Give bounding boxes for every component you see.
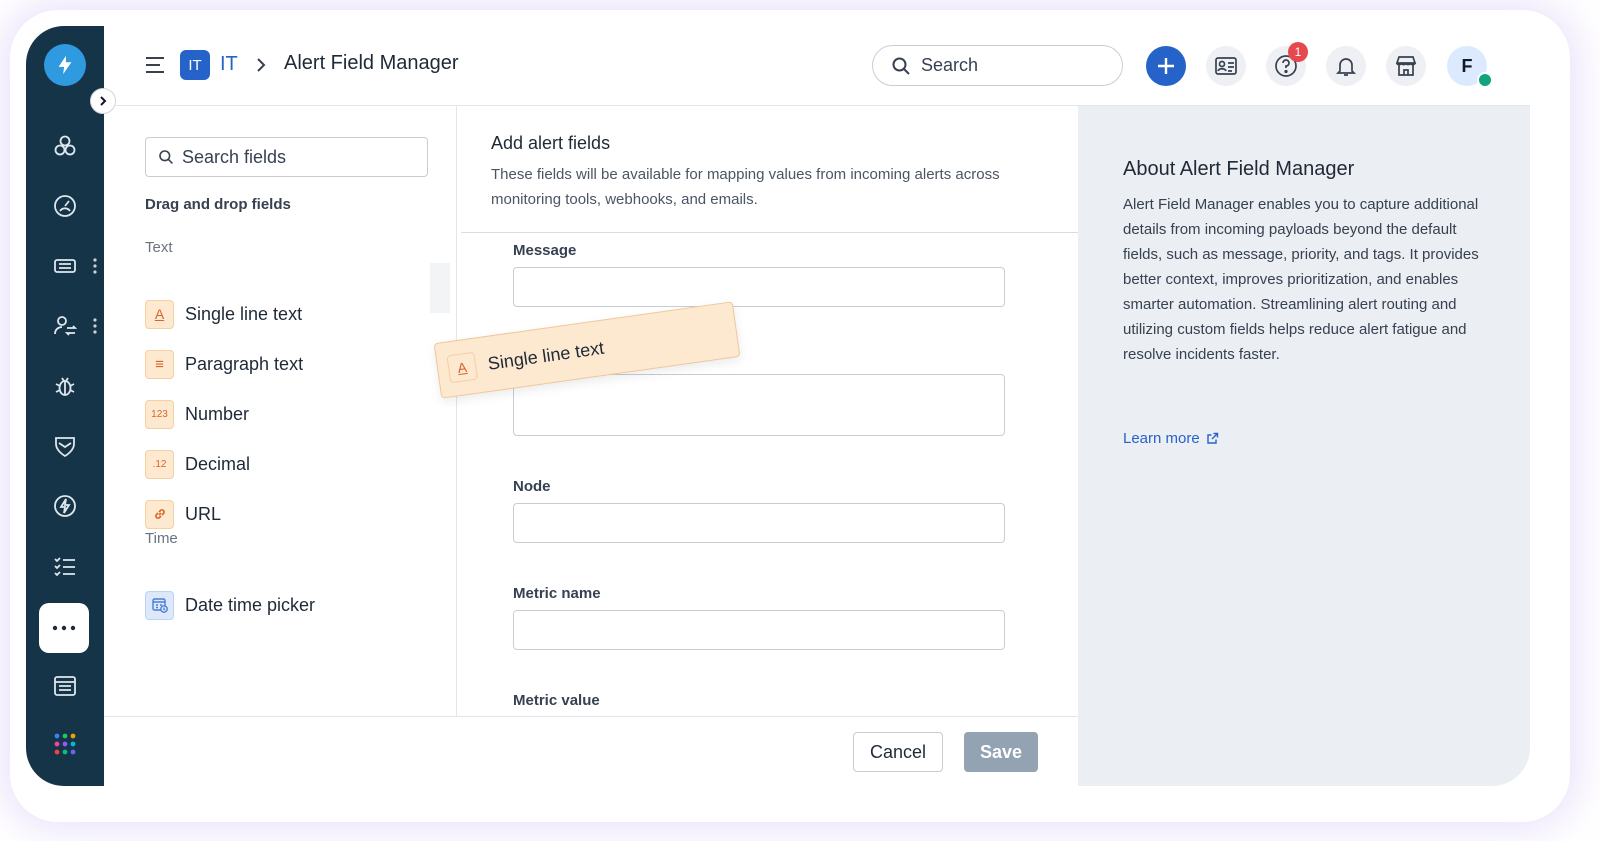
field-item-date-time-picker[interactable]: Date time picker	[145, 590, 315, 620]
field-item-url[interactable]: URL	[145, 499, 221, 529]
breadcrumb-chevron-icon	[257, 58, 266, 72]
nav-tickets-more-icon[interactable]	[92, 257, 98, 275]
field-item-number[interactable]: 123 Number	[145, 399, 249, 429]
form-description: These fields will be available for mappi…	[491, 166, 1000, 208]
bell-icon	[1335, 58, 1357, 76]
cancel-button[interactable]: Cancel	[853, 732, 943, 772]
nav-more-button[interactable]	[39, 603, 89, 653]
field-item-label: URL	[185, 503, 222, 524]
menu-hamburger-icon[interactable]	[144, 54, 166, 76]
link-icon	[145, 499, 174, 529]
nav-alerts-bolt-icon[interactable]	[48, 489, 82, 523]
field-item-paragraph-text[interactable]: ≡ Paragraph text	[145, 349, 303, 379]
field-item-label: Number	[185, 403, 250, 424]
nav-people-swap-icon[interactable]	[48, 309, 82, 343]
about-body: Alert Field Manager enables you to captu…	[1123, 196, 1479, 363]
nav-admin-console-icon[interactable]	[48, 669, 82, 703]
top-header: IT IT Alert Field Manager Search 1 F	[104, 26, 1530, 106]
search-placeholder: Search	[921, 55, 979, 75]
app-window: IT IT Alert Field Manager Search 1 F Sea…	[26, 26, 1530, 786]
about-title: About Alert Field Manager	[1123, 158, 1355, 180]
store-icon	[1395, 56, 1417, 76]
nav-people-more-icon[interactable]	[92, 317, 98, 335]
dragged-field-label: Single line text	[486, 337, 606, 374]
palette-scrollbar[interactable]	[430, 263, 450, 313]
node-field-input[interactable]	[513, 503, 1005, 543]
nav-overview-icon[interactable]	[48, 129, 82, 163]
left-nav-rail	[26, 26, 104, 786]
notifications-button[interactable]	[1326, 46, 1366, 86]
paragraph-text-icon: ≡	[145, 349, 174, 379]
help-notification-badge: 1	[1288, 42, 1308, 62]
field-item-label: Date time picker	[185, 594, 316, 615]
dropzone-field-input[interactable]	[513, 374, 1005, 436]
contact-card-icon	[1215, 57, 1237, 75]
field-item-decimal[interactable]: .12 Decimal	[145, 449, 250, 479]
global-search-input[interactable]: Search	[872, 45, 1123, 86]
page-title: Alert Field Manager	[284, 52, 459, 74]
nav-tickets-icon[interactable]	[48, 249, 82, 283]
search-icon	[892, 57, 910, 75]
plus-icon	[1158, 58, 1174, 74]
single-line-text-icon: A	[145, 299, 174, 329]
decimal-icon: .12	[145, 449, 174, 479]
nav-shield-icon[interactable]	[48, 429, 82, 463]
field-item-label: Single line text	[185, 303, 303, 324]
form-footer: Cancel Save	[104, 716, 1078, 786]
form-divider	[461, 232, 1078, 233]
nav-checklist-icon[interactable]	[48, 549, 82, 583]
number-icon: 123	[145, 399, 174, 429]
learn-more-link[interactable]: Learn more	[1123, 430, 1219, 447]
expand-rail-button[interactable]	[90, 88, 116, 114]
add-new-button[interactable]	[1146, 46, 1186, 86]
single-line-text-icon: A	[446, 351, 479, 384]
metric-name-field-input[interactable]	[513, 610, 1005, 650]
app-logo-bolt-icon[interactable]	[44, 44, 86, 86]
more-horizontal-icon	[52, 625, 76, 631]
nav-bug-icon[interactable]	[48, 369, 82, 403]
message-field-input[interactable]	[513, 267, 1005, 307]
field-item-label: Decimal	[185, 453, 251, 474]
form-title: Add alert fields	[491, 133, 611, 153]
workspace-badge[interactable]: IT	[180, 50, 210, 80]
field-item-label: Paragraph text	[185, 353, 304, 374]
alert-fields-form: Add alert fields These fields will be av…	[458, 106, 1078, 716]
breadcrumb-workspace[interactable]: IT	[220, 53, 238, 76]
field-label-node: Node	[513, 478, 551, 495]
online-status-dot	[1477, 72, 1493, 88]
drag-drop-heading: Drag and drop fields	[145, 196, 291, 213]
learn-more-label: Learn more	[1123, 430, 1200, 447]
search-fields-placeholder: Search fields	[182, 146, 287, 167]
group-label-text: Text	[145, 239, 173, 256]
nav-dashboard-gauge-icon[interactable]	[48, 189, 82, 223]
field-label-metric-value: Metric value	[513, 692, 600, 709]
field-item-single-line-text[interactable]: A Single line text	[145, 299, 302, 329]
calendar-clock-icon	[145, 590, 174, 620]
field-label-metric-name: Metric name	[513, 585, 601, 602]
search-fields-input[interactable]: Search fields	[145, 137, 428, 177]
field-label-message: Message	[513, 242, 577, 259]
marketplace-button[interactable]	[1386, 46, 1426, 86]
nav-apps-grid-icon[interactable]	[48, 727, 82, 761]
save-button[interactable]: Save	[964, 732, 1038, 772]
chevron-right-icon	[100, 96, 107, 106]
group-label-time: Time	[145, 530, 178, 547]
search-icon	[159, 150, 173, 164]
external-link-icon	[1207, 432, 1218, 444]
about-panel: About Alert Field Manager Alert Field Ma…	[1078, 106, 1530, 786]
contacts-card-button[interactable]	[1206, 46, 1246, 86]
fields-palette-panel: Search fields Drag and drop fields Text …	[104, 106, 457, 716]
